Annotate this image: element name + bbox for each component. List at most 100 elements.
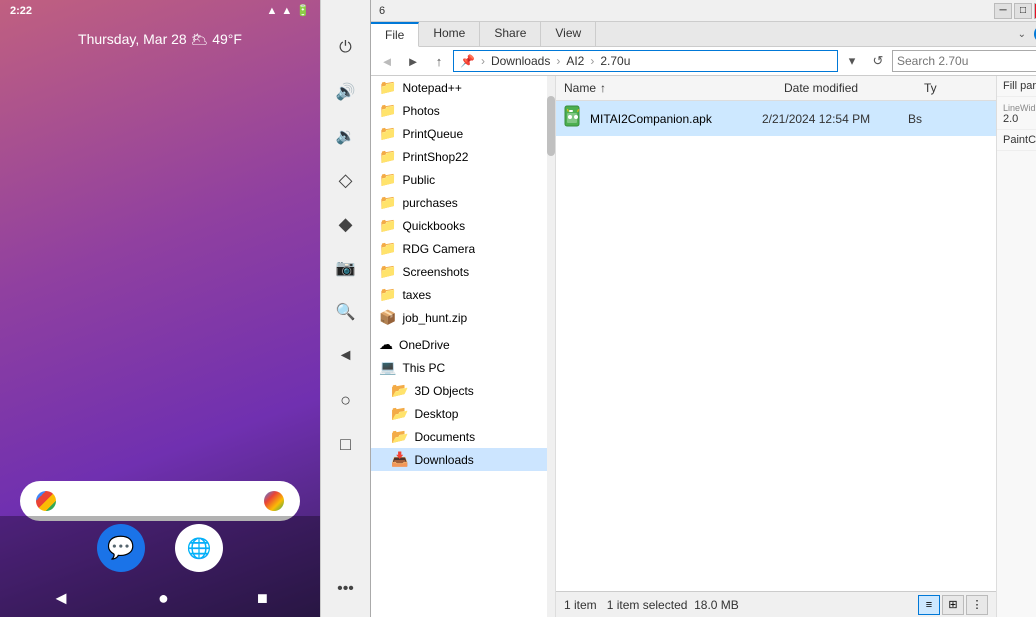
ribbon-tabs: File Home Share View ⌄ ? [371, 22, 1036, 46]
sidebar-item-quickbooks[interactable]: 📁 Quickbooks [371, 214, 555, 237]
sidebar-item-downloads[interactable]: 📥 Downloads [371, 448, 555, 471]
path-downloads[interactable]: Downloads [491, 54, 550, 68]
file-size: 18.0 MB [694, 598, 739, 612]
back-nav-btn[interactable]: ◄ [375, 50, 399, 72]
extra-view-button[interactable]: ⋮ [966, 595, 988, 615]
tab-home[interactable]: Home [419, 22, 480, 46]
sidebar-label-3dobjects: 3D Objects [414, 384, 473, 398]
column-name-label: Name [564, 81, 596, 95]
forward-nav-btn[interactable]: ► [401, 50, 425, 72]
volume-up-button[interactable]: 🔊 [328, 74, 364, 110]
large-icons-view-button[interactable]: ⊞ [942, 595, 964, 615]
folder-icon-desktop: 📂 [391, 405, 408, 422]
sidebar-item-public[interactable]: 📁 Public [371, 168, 555, 191]
messages-icon: 💬 [107, 535, 134, 561]
back-arrow-icon: ◄ [338, 347, 354, 365]
sidebar-item-rdgcamera[interactable]: 📁 RDG Camera [371, 237, 555, 260]
folder-icon-purchases: 📁 [379, 194, 396, 211]
sidebar-label-rdgcamera: RDG Camera [402, 242, 475, 256]
sidebar-item-job-hunt-zip[interactable]: 📦 job_hunt.zip [371, 306, 555, 329]
search-box[interactable]: 🔍 [892, 50, 1036, 72]
sort-arrow-icon: ↑ [600, 81, 606, 95]
diamond-icon: ◆ [339, 214, 353, 235]
sidebar-label-onedrive: OneDrive [399, 338, 450, 352]
tag-button[interactable]: ◇ [328, 162, 364, 198]
path-ai2[interactable]: AI2 [566, 54, 584, 68]
sidebar-item-documents[interactable]: 📂 Documents [371, 425, 555, 448]
circle-button[interactable]: ○ [328, 382, 364, 418]
home-nav-button[interactable]: ● [158, 588, 169, 609]
column-header-type[interactable]: Ty [916, 78, 996, 98]
tab-share[interactable]: Share [480, 22, 541, 46]
folder-icon-downloads: 📥 [391, 451, 408, 468]
search-input[interactable] [897, 54, 1036, 68]
details-view-button[interactable]: ≡ [918, 595, 940, 615]
back-nav-button[interactable]: ◄ [52, 588, 70, 609]
diamond-button[interactable]: ◆ [328, 206, 364, 242]
address-bar: ◄ ► ↑ 📌 › Downloads › AI2 › 2.70u ▾ ↺ 🔍 [371, 47, 1036, 76]
column-date-label: Date modified [784, 81, 858, 95]
status-bar: 1 item 1 item selected 18.0 MB ≡ ⊞ ⋮ [556, 591, 996, 617]
sidebar-label-printqueue: PrintQueue [402, 127, 463, 141]
sidebar-item-onedrive[interactable]: ☁ OneDrive [371, 333, 555, 356]
refresh-button[interactable]: ↺ [866, 50, 890, 72]
title-bar-text: 6 [375, 5, 385, 17]
signal-icon: ▲ [281, 5, 292, 17]
linewidth-value: 2.0 [1003, 113, 1036, 125]
wifi-icon: ▲ [267, 5, 278, 17]
path-2-70u[interactable]: 2.70u [600, 54, 630, 68]
address-path[interactable]: 📌 › Downloads › AI2 › 2.70u [453, 50, 838, 72]
power-button[interactable]: ⏻ [328, 30, 364, 66]
android-search-bar[interactable] [20, 481, 300, 521]
chrome-app-icon[interactable]: 🌐 [175, 524, 223, 572]
folder-icon-taxes: 📁 [379, 286, 396, 303]
column-header-name[interactable]: Name ↑ [556, 78, 776, 98]
volume-down-button[interactable]: 🔉 [328, 118, 364, 154]
sidebar-item-printshop22[interactable]: 📁 PrintShop22 [371, 145, 555, 168]
dropdown-nav-btn[interactable]: ▾ [840, 50, 864, 72]
recents-nav-button[interactable]: ■ [257, 588, 268, 609]
sidebar-item-notepadpp[interactable]: 📁 Notepad++ [371, 76, 555, 99]
paintco-label: PaintCo [1003, 134, 1036, 146]
folder-icon-documents: 📂 [391, 428, 408, 445]
sidebar-item-printqueue[interactable]: 📁 PrintQueue [371, 122, 555, 145]
ribbon-expand-button[interactable]: ⌄ [1014, 27, 1030, 42]
sidebar-item-purchases[interactable]: 📁 purchases [371, 191, 555, 214]
more-button[interactable]: ••• [328, 571, 364, 607]
sidebar-item-screenshots[interactable]: 📁 Screenshots [371, 260, 555, 283]
file-list-area: Name ↑ Date modified Ty [556, 76, 996, 617]
column-type-label: Ty [924, 81, 937, 95]
square-button[interactable]: □ [328, 426, 364, 462]
view-buttons: ≡ ⊞ ⋮ [918, 595, 988, 615]
sidebar-item-3dobjects[interactable]: 📂 3D Objects [371, 379, 555, 402]
sidebar-item-photos[interactable]: 📁 Photos [371, 99, 555, 122]
assistant-icon[interactable] [264, 491, 284, 511]
tab-view[interactable]: View [541, 22, 596, 46]
onedrive-icon: ☁ [379, 336, 393, 353]
sidebar-scrollbar-thumb[interactable] [547, 96, 555, 156]
apk-file-icon [564, 105, 584, 132]
column-header-date[interactable]: Date modified [776, 78, 916, 98]
sidebar-item-taxes[interactable]: 📁 taxes [371, 283, 555, 306]
zoom-button[interactable]: 🔍 [328, 294, 364, 330]
sidebar-label-notepadpp: Notepad++ [402, 81, 461, 95]
table-row[interactable]: MITAI2Companion.apk 2/21/2024 12:54 PM B… [556, 101, 996, 136]
sidebar-label-documents: Documents [414, 430, 475, 444]
back-button[interactable]: ◄ [328, 338, 364, 374]
minimize-button[interactable]: ─ [994, 3, 1012, 19]
file-type-mitai2: Bs [908, 112, 988, 126]
camera-icon: 📷 [336, 258, 356, 278]
up-nav-btn[interactable]: ↑ [427, 50, 451, 72]
camera-button[interactable]: 📷 [328, 250, 364, 286]
sidebar-item-thispc[interactable]: 💻 This PC [371, 356, 555, 379]
maximize-button[interactable]: □ [1014, 3, 1032, 19]
tab-file[interactable]: File [371, 22, 419, 47]
item-count: 1 item [564, 598, 597, 612]
messages-app-icon[interactable]: 💬 [97, 524, 145, 572]
more-icon: ••• [337, 580, 354, 598]
android-bottom-bar: 💬 🌐 ◄ ● ■ [0, 516, 320, 617]
sidebar-label-photos: Photos [402, 104, 439, 118]
sidebar-label-taxes: taxes [402, 288, 431, 302]
sidebar-label-desktop: Desktop [414, 407, 458, 421]
sidebar-item-desktop[interactable]: 📂 Desktop [371, 402, 555, 425]
